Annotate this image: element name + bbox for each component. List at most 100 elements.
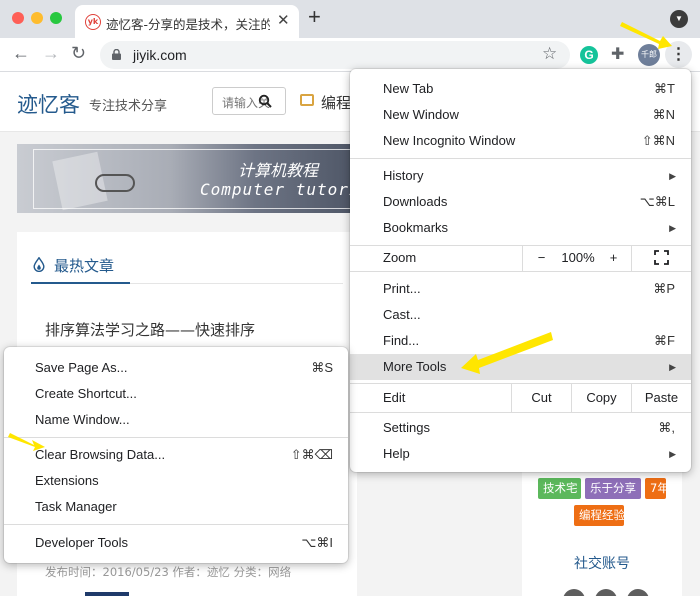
menu-item-label: Bookmarks xyxy=(383,220,449,235)
menu-item-create-shortcut[interactable]: Create Shortcut... xyxy=(4,381,348,407)
menu-item-label: New Incognito Window xyxy=(383,133,516,148)
menu-item-extensions[interactable]: Extensions xyxy=(4,468,348,494)
menu-item-label: Task Manager xyxy=(35,499,117,514)
tag-tech-otaku[interactable]: 技术宅 xyxy=(538,478,581,499)
edit-label: Edit xyxy=(383,390,406,405)
menu-item-label: More Tools xyxy=(383,359,447,374)
tab-strip: yk 迹忆客-分享的是技术，关注的是 ✕ + ▼ xyxy=(0,0,700,38)
paste-button[interactable]: Paste xyxy=(631,384,691,412)
flame-icon xyxy=(33,257,45,272)
tab-close-icon[interactable]: ✕ xyxy=(277,11,290,29)
active-tab[interactable]: yk 迹忆客-分享的是技术，关注的是 ✕ xyxy=(75,5,299,38)
menu-item-label: New Window xyxy=(383,107,459,122)
maximize-window-button[interactable] xyxy=(50,12,62,24)
tag-programming-experience[interactable]: 编程经验 xyxy=(574,505,624,526)
grammarly-extension-icon[interactable]: G xyxy=(580,46,598,64)
shortcut-text: ⇧⌘N xyxy=(641,133,675,148)
menu-item-new-window[interactable]: New Window ⌘N xyxy=(350,102,691,128)
profile-avatar[interactable]: 千郎 xyxy=(638,44,660,66)
menu-separator xyxy=(350,412,691,413)
social-icon[interactable] xyxy=(627,589,649,596)
menu-separator xyxy=(4,524,348,525)
more-tools-submenu: Save Page As... ⌘S Create Shortcut... Na… xyxy=(4,347,348,563)
menu-item-find[interactable]: Find... ⌘F xyxy=(350,328,691,354)
menu-item-task-manager[interactable]: Task Manager xyxy=(4,494,348,520)
menu-item-clear-browsing-data[interactable]: Clear Browsing Data... ⇧⌘⌫ xyxy=(4,442,348,468)
menu-item-new-tab[interactable]: New Tab ⌘T xyxy=(350,76,691,102)
shortcut-text: ⇧⌘⌫ xyxy=(290,447,333,462)
shortcut-text: ⌘N xyxy=(652,107,675,122)
tutorial-banner[interactable]: 计算机教程 Computer tutorial xyxy=(17,144,357,213)
chrome-menu-kebab-icon[interactable]: ⋮ xyxy=(665,41,692,68)
menu-item-save-page-as[interactable]: Save Page As... ⌘S xyxy=(4,355,348,381)
menu-item-label: Help xyxy=(383,446,410,461)
minimize-window-button[interactable] xyxy=(31,12,43,24)
article-meta: 发布时间：2016/05/23 作者：迹忆 分类：网络 xyxy=(45,565,292,579)
copy-button[interactable]: Copy xyxy=(571,384,631,412)
menu-item-label: Settings xyxy=(383,420,430,435)
submenu-arrow-icon: ▶ xyxy=(669,223,676,233)
menu-item-bookmarks[interactable]: Bookmarks ▶ xyxy=(350,215,691,241)
address-bar[interactable]: jiyik.com ☆ xyxy=(100,41,570,69)
close-window-button[interactable] xyxy=(12,12,24,24)
tab-title: 迹忆客-分享的是技术，关注的是 xyxy=(106,17,270,32)
menu-item-label: Find... xyxy=(383,333,420,348)
bookmark-star-icon[interactable]: ☆ xyxy=(542,44,557,64)
article-title-link[interactable]: 排序算法学习之路——快速排序 xyxy=(45,319,255,340)
menu-item-help[interactable]: Help ▶ xyxy=(350,441,691,467)
shortcut-text: ⌘P xyxy=(653,281,675,296)
site-search-input[interactable]: 请输入关 xyxy=(212,87,286,115)
zoom-out-button[interactable]: − xyxy=(522,245,560,271)
menu-item-print[interactable]: Print... ⌘P xyxy=(350,276,691,302)
menu-item-settings[interactable]: Settings ⌘, xyxy=(350,415,691,441)
menu-row-edit: Edit Cut Copy Paste xyxy=(350,384,691,412)
nav-programming[interactable]: 编程 xyxy=(321,92,351,113)
hot-articles-tab[interactable]: 最热文章 xyxy=(54,255,114,276)
menu-item-developer-tools[interactable]: Developer Tools ⌥⌘I xyxy=(4,530,348,556)
submenu-arrow-icon: ▶ xyxy=(669,362,676,372)
shortcut-text: ⌘S xyxy=(311,360,333,375)
menu-item-label: History xyxy=(383,168,424,183)
banner-title-en: Computer tutorial xyxy=(200,180,357,199)
submenu-arrow-icon: ▶ xyxy=(669,171,676,181)
zoom-in-button[interactable]: + xyxy=(596,245,631,271)
extensions-puzzle-icon[interactable]: ✚ xyxy=(611,44,624,64)
reload-icon[interactable]: ↻ xyxy=(71,43,86,63)
fullscreen-button[interactable] xyxy=(631,245,691,271)
cut-button[interactable]: Cut xyxy=(511,384,571,412)
menu-item-label: Downloads xyxy=(383,194,448,209)
back-arrow-icon[interactable]: ← xyxy=(12,43,30,63)
lock-icon xyxy=(112,49,121,60)
author-sidebar-card: 技术宅 乐于分享 7年 编程经验 社交账号 xyxy=(522,452,682,596)
menu-item-new-incognito-window[interactable]: New Incognito Window ⇧⌘N xyxy=(350,128,691,154)
social-icon[interactable] xyxy=(595,589,617,596)
search-icon[interactable] xyxy=(258,94,272,108)
menu-item-cast[interactable]: Cast... xyxy=(350,302,691,328)
menu-item-label: Save Page As... xyxy=(35,360,128,375)
menu-item-label: Cast... xyxy=(383,307,421,322)
fullscreen-icon xyxy=(654,250,669,265)
book-icon xyxy=(300,94,314,106)
site-tagline: 专注技术分享 xyxy=(89,99,168,114)
forward-arrow-icon[interactable]: → xyxy=(42,43,60,63)
social-accounts-title: 社交账号 xyxy=(574,556,630,572)
zoom-label: Zoom xyxy=(383,250,417,265)
tab-search-chevron-icon[interactable]: ▼ xyxy=(670,10,688,28)
chrome-main-menu: New Tab ⌘T New Window ⌘N New Incognito W… xyxy=(350,69,691,472)
article-thumbnail[interactable] xyxy=(85,592,129,596)
menu-item-more-tools[interactable]: More Tools ▶ xyxy=(350,354,691,380)
social-icon[interactable] xyxy=(563,589,585,596)
tag-love-sharing[interactable]: 乐于分享 xyxy=(585,478,641,499)
menu-separator xyxy=(4,437,348,438)
menu-item-history[interactable]: History ▶ xyxy=(350,163,691,189)
menu-item-label: Clear Browsing Data... xyxy=(35,447,166,462)
site-favicon-icon: yk xyxy=(85,14,101,30)
site-title[interactable]: 迹忆客 xyxy=(17,89,80,119)
tag-seven-years[interactable]: 7年 xyxy=(645,478,666,499)
zoom-level: 100% xyxy=(561,250,595,265)
menu-item-label: Create Shortcut... xyxy=(35,386,137,401)
new-tab-button[interactable]: + xyxy=(308,6,321,28)
menu-item-name-window[interactable]: Name Window... xyxy=(4,407,348,433)
menu-item-label: Extensions xyxy=(35,473,99,488)
menu-item-downloads[interactable]: Downloads ⌥⌘L xyxy=(350,189,691,215)
